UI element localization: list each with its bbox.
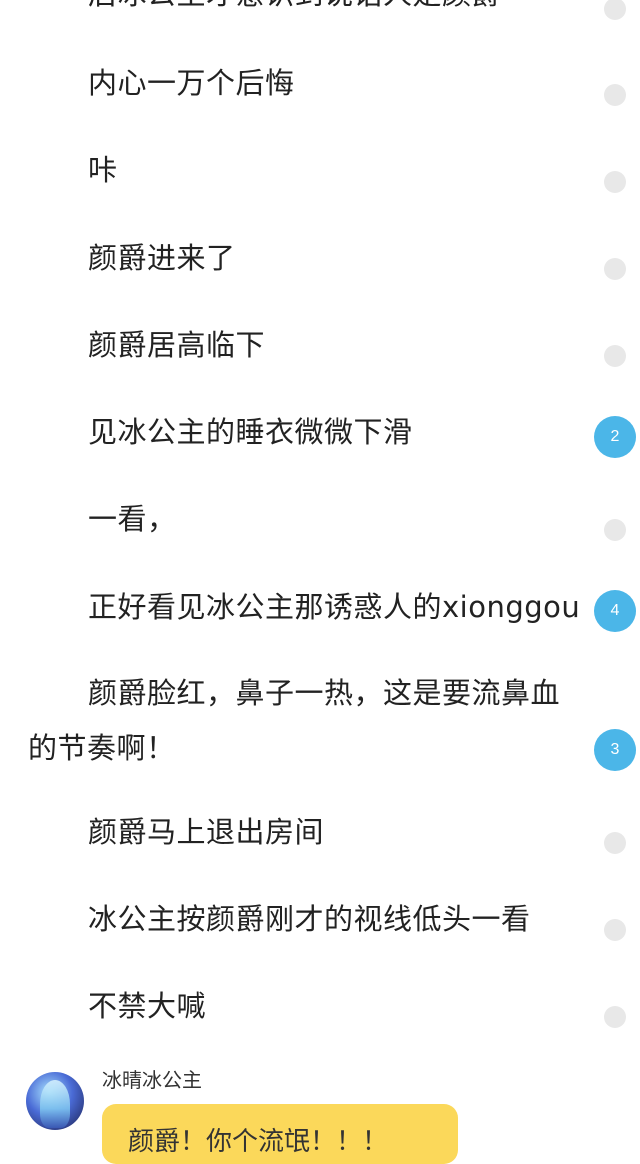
paragraph-comment-count-badge[interactable]: 4 <box>594 590 636 632</box>
paragraph: 不禁大喊 <box>88 989 207 1023</box>
paragraph: 见冰公主的睡衣微微下滑 <box>88 415 413 449</box>
paragraph: 颜爵脸红，鼻子一热，这是要流鼻血的节奏啊！ <box>28 676 561 765</box>
paragraph-comment-dot[interactable] <box>604 1006 626 1028</box>
paragraph-comment-dot[interactable] <box>604 919 626 941</box>
comment-username[interactable]: 冰晴冰公主 <box>102 1066 202 1094</box>
paragraph: 内心一万个后悔 <box>88 66 295 100</box>
paragraph-comment-dot[interactable] <box>604 832 626 854</box>
avatar[interactable] <box>26 1072 84 1130</box>
paragraph-comment-count-badge[interactable]: 2 <box>594 416 636 458</box>
paragraph-comment-dot[interactable] <box>604 519 626 541</box>
paragraph: 颜爵马上退出房间 <box>88 815 325 849</box>
paragraph: 一看， <box>88 502 177 536</box>
paragraph-comment-count-badge[interactable]: 3 <box>594 729 636 771</box>
character-comment: 冰晴冰公主 颜爵！你个流氓！！！ <box>0 1060 640 1164</box>
comment-text: 颜爵！你个流氓！！！ <box>128 1127 389 1157</box>
paragraph: 颜爵居高临下 <box>88 328 266 362</box>
paragraph-comment-dot[interactable] <box>604 171 626 193</box>
paragraph: 咔 <box>88 153 118 187</box>
paragraph: 冰公主按颜爵刚才的视线低头一看 <box>88 902 531 936</box>
paragraph-comment-dot[interactable] <box>604 84 626 106</box>
paragraph-comment-dot[interactable] <box>604 258 626 280</box>
paragraph: 后冰公主才意识到说话人是颜爵 <box>28 0 588 22</box>
paragraph: 正好看见冰公主那诱惑人的xionggou <box>88 590 581 624</box>
paragraph: 颜爵进来了 <box>88 241 236 275</box>
paragraph-comment-dot[interactable] <box>604 0 626 20</box>
paragraph-comment-dot[interactable] <box>604 345 626 367</box>
avatar-figure <box>40 1080 70 1128</box>
comment-bubble: 颜爵！你个流氓！！！ <box>102 1104 458 1164</box>
